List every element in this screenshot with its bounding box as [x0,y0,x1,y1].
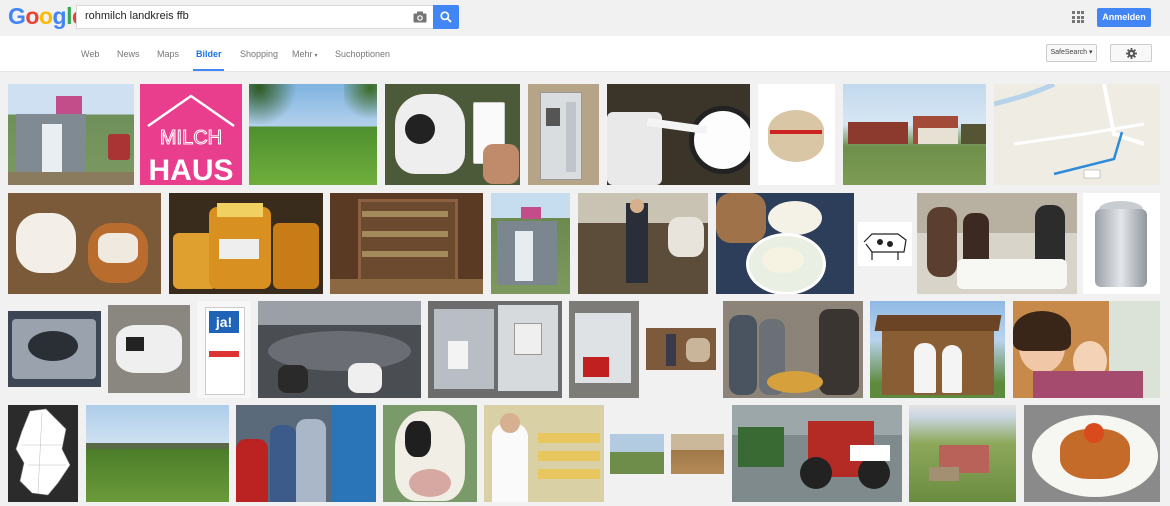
image-result-milking-carousel[interactable] [258,301,421,398]
settings-button[interactable] [1110,44,1152,62]
image-result-woman-child[interactable] [1013,301,1160,398]
tab-mehr-label: Mehr [292,49,313,59]
image-result-milk-pouring[interactable] [607,84,750,185]
gear-icon [1126,48,1137,59]
image-result-family-vending[interactable] [236,405,376,502]
tab-web[interactable]: Web [81,49,99,59]
image-result-milk-carton[interactable]: ja! [197,301,251,398]
search-input[interactable] [83,9,407,23]
apps-grid-icon[interactable] [1072,11,1084,23]
image-result-field-small-2[interactable] [671,434,724,474]
carton-logo: ja! [209,311,239,333]
logo-letter: o [25,3,39,29]
image-result-stable-interior[interactable] [646,328,716,370]
image-result-food-plate[interactable] [1024,405,1160,502]
image-result-cow-milk-glass[interactable] [385,84,520,185]
active-tab-indicator [193,69,224,71]
image-result-milk-dispenser[interactable] [428,301,562,398]
image-result-cheese-wheel[interactable] [758,84,835,185]
top-bar: Google Anmelden [0,0,1170,36]
tab-mehr[interactable]: Mehr ▾ [292,49,318,59]
tab-maps[interactable]: Maps [157,49,179,59]
image-result-tractors[interactable] [732,405,902,502]
image-result-milking-machine[interactable] [8,311,101,387]
login-button[interactable]: Anmelden [1097,8,1151,27]
camera-icon[interactable] [413,11,427,23]
image-result-wooden-milk-hut[interactable] [870,301,1005,398]
image-result-milchhaus-kiosk[interactable] [8,84,134,185]
search-icon [440,11,452,23]
image-result-milk-soup-plate[interactable] [716,193,854,294]
image-result-cow-closeup[interactable] [383,405,477,502]
image-result-milchhaus-hut[interactable] [491,193,570,294]
image-result-milk-machine-room[interactable] [569,301,639,398]
safesearch-label: SafeSearch [1050,49,1088,56]
image-result-milch-haus-logo[interactable]: MILCH HAUS [140,84,242,185]
logo-letter: G [8,3,26,29]
tab-bilder[interactable]: Bilder [196,49,222,59]
svg-text:MILCH: MILCH [160,127,222,149]
image-result-cooking-men[interactable] [723,301,863,398]
safesearch-button[interactable]: SafeSearch ▾ [1046,44,1097,62]
image-result-cow-drawing[interactable] [858,222,912,266]
image-result-meadow-cows[interactable] [249,84,377,185]
tab-shopping[interactable]: Shopping [240,49,278,59]
image-result-cow-stable[interactable] [108,305,190,393]
image-result-calves[interactable] [8,193,161,294]
image-result-farmer-barn[interactable] [578,193,708,294]
svg-text:HAUS: HAUS [148,154,233,185]
image-result-landscape-field[interactable] [86,405,229,502]
caret-down-icon: ▾ [314,53,318,59]
image-result-cheese-maker[interactable] [484,405,604,502]
image-result-germany-map[interactable] [8,405,78,502]
image-result-shop-shelves[interactable] [330,193,483,294]
tab-news[interactable]: News [117,49,140,59]
google-logo[interactable]: Google [8,3,85,30]
caret-down-icon: ▾ [1087,49,1093,56]
image-result-field-small-1[interactable] [610,434,664,474]
image-result-aerial-farm[interactable] [909,405,1016,502]
nav-bar: Web News Maps Bilder Shopping Mehr ▾ Such… [0,36,1170,72]
image-result-honey-jars[interactable] [169,193,323,294]
logo-letter: g [52,3,67,29]
search-button[interactable] [433,5,459,29]
image-result-map-route[interactable] [994,84,1160,185]
tab-suchoptionen[interactable]: Suchoptionen [335,49,390,59]
image-results-grid: MILCH HAUS ja! [0,72,1170,506]
logo-letter: o [38,3,53,29]
image-result-milk-can[interactable] [1083,193,1160,294]
image-result-milk-vending-machine[interactable] [528,84,599,185]
image-result-farm-buildings[interactable] [843,84,986,185]
image-result-people-dining[interactable] [917,193,1077,294]
search-box[interactable] [76,5,433,29]
